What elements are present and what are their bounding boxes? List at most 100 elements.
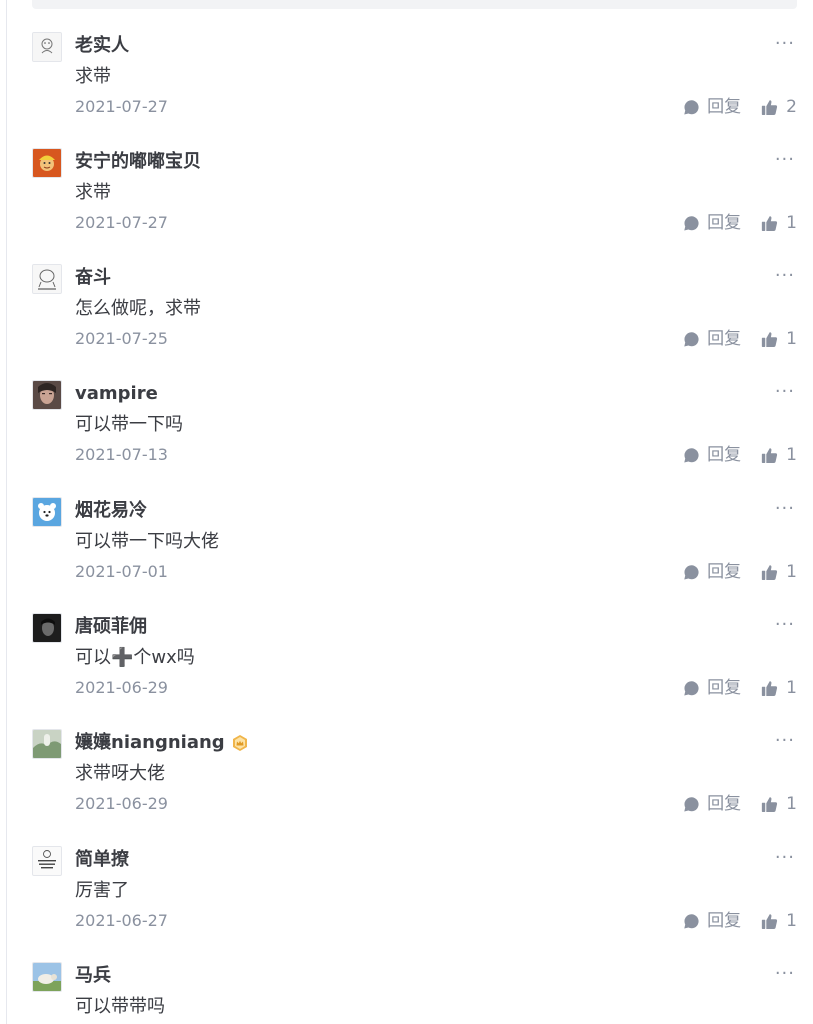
like-button[interactable]: 1 <box>761 559 797 585</box>
username[interactable]: 安宁的嘟嘟宝贝 <box>75 148 201 176</box>
comment-actions: 回复 1 <box>683 908 797 934</box>
comment-actions: 回复 2 <box>683 94 797 120</box>
username-text[interactable]: 马兵 <box>75 962 111 990</box>
like-button[interactable]: 1 <box>761 675 797 701</box>
reply-button[interactable]: 回复 <box>683 791 741 817</box>
like-button[interactable]: 1 <box>761 442 797 468</box>
text-meme-avatar <box>33 847 61 875</box>
like-button[interactable]: 1 <box>761 210 797 236</box>
username-text[interactable]: 奋斗 <box>75 264 111 292</box>
comment-text: 厉害了 <box>75 880 129 901</box>
more-options-button[interactable]: ··· <box>775 729 795 757</box>
avatar[interactable] <box>32 148 62 178</box>
comment-actions: 回复 1 <box>683 559 797 585</box>
reply-label: 回复 <box>707 213 742 233</box>
more-options-button[interactable]: ··· <box>775 846 795 874</box>
comment-date: 2021-07-13 <box>75 445 168 464</box>
comment-date: 2021-06-29 <box>75 678 168 697</box>
like-count: 1 <box>786 911 797 931</box>
comment-actions: 回复 1 <box>683 442 797 468</box>
comment-text: 求带呀大佬 <box>75 763 165 784</box>
comment-actions: 回复 1 <box>683 326 797 352</box>
username-text[interactable]: 安宁的嘟嘟宝贝 <box>75 148 201 176</box>
comment-date: 2021-06-29 <box>75 794 168 813</box>
reply-label: 回复 <box>707 445 742 465</box>
username-text[interactable]: vampire <box>75 380 158 408</box>
avatar[interactable] <box>32 846 62 876</box>
username[interactable]: 简单撩 <box>75 846 129 874</box>
username[interactable]: 烟花易冷 <box>75 497 147 525</box>
username-text[interactable]: 烟花易冷 <box>75 497 147 525</box>
comment-text: 求带 <box>75 182 111 203</box>
username-text[interactable]: 简单撩 <box>75 846 129 874</box>
thumbs-up-icon <box>762 796 778 812</box>
username[interactable]: vampire <box>75 380 158 408</box>
comment-bubble-icon <box>684 796 699 812</box>
username-text[interactable]: 老实人 <box>75 32 129 60</box>
comment-date: 2021-07-27 <box>75 213 168 232</box>
like-count: 1 <box>786 562 797 582</box>
username[interactable]: 孃孃niangniang <box>75 729 249 757</box>
reply-button[interactable]: 回复 <box>683 326 741 352</box>
comment-actions: 回复 1 <box>683 210 797 236</box>
username[interactable]: 马兵 <box>75 962 111 990</box>
username[interactable]: 奋斗 <box>75 264 111 292</box>
reply-button[interactable]: 回复 <box>683 675 741 701</box>
comment-item: 安宁的嘟嘟宝贝 ··· 求带 2021-07-27 回复 1 <box>32 148 797 248</box>
more-options-button[interactable]: ··· <box>775 32 795 60</box>
sketch-meme-avatar <box>33 265 61 293</box>
comment-bubble-icon <box>684 680 699 696</box>
reply-label: 回复 <box>707 911 742 931</box>
more-options-button[interactable]: ··· <box>775 264 795 292</box>
reply-button[interactable]: 回复 <box>683 210 741 236</box>
comment-text: 可以➕个wx吗 <box>75 647 195 668</box>
like-button[interactable]: 2 <box>761 94 797 120</box>
like-button[interactable]: 1 <box>761 908 797 934</box>
more-options-button[interactable]: ··· <box>775 613 795 641</box>
thumbs-up-icon <box>762 215 778 231</box>
reply-button[interactable]: 回复 <box>683 908 741 934</box>
nature-photo-avatar <box>33 730 61 758</box>
like-count: 1 <box>786 678 797 698</box>
reply-label: 回复 <box>707 562 742 582</box>
reply-button[interactable]: 回复 <box>683 442 741 468</box>
reply-button[interactable]: 回复 <box>683 559 741 585</box>
avatar[interactable] <box>32 497 62 527</box>
more-options-button[interactable]: ··· <box>775 497 795 525</box>
comment-bubble-icon <box>684 447 699 463</box>
username[interactable]: 唐硕菲佣 <box>75 613 147 641</box>
comment-text: 怎么做呢，求带 <box>75 298 201 319</box>
avatar[interactable] <box>32 613 62 643</box>
avatar[interactable] <box>32 264 62 294</box>
like-count: 1 <box>786 213 797 233</box>
avatar[interactable] <box>32 32 62 62</box>
like-count: 2 <box>786 97 797 117</box>
comment-input-area-bottom <box>32 0 797 9</box>
avatar[interactable] <box>32 380 62 410</box>
comment-item: 孃孃niangniang ··· 求带呀大佬 2021-06-29 回复 1 <box>32 729 797 829</box>
like-count: 1 <box>786 794 797 814</box>
comment-bubble-icon <box>684 215 699 231</box>
like-button[interactable]: 1 <box>761 791 797 817</box>
left-divider <box>6 0 7 1024</box>
reply-label: 回复 <box>707 678 742 698</box>
more-options-button[interactable]: ··· <box>775 962 795 990</box>
username-text[interactable]: 孃孃niangniang <box>75 729 225 757</box>
comment-item: 简单撩 ··· 厉害了 2021-06-27 回复 1 <box>32 846 797 946</box>
cartoon-character-avatar <box>33 149 61 177</box>
thumbs-up-icon <box>762 447 778 463</box>
avatar[interactable] <box>32 729 62 759</box>
comment-bubble-icon <box>684 564 699 580</box>
like-count: 1 <box>786 329 797 349</box>
comment-text: 可以带带吗 <box>75 996 165 1017</box>
like-button[interactable]: 1 <box>761 326 797 352</box>
username[interactable]: 老实人 <box>75 32 129 60</box>
more-options-button[interactable]: ··· <box>775 148 795 176</box>
more-options-button[interactable]: ··· <box>775 380 795 408</box>
comment-item: 唐硕菲佣 ··· 可以➕个wx吗 2021-06-29 回复 1 <box>32 613 797 713</box>
avatar[interactable] <box>32 962 62 992</box>
username-text[interactable]: 唐硕菲佣 <box>75 613 147 641</box>
reply-button[interactable]: 回复 <box>683 94 741 120</box>
comment-bubble-icon <box>684 913 699 929</box>
sheep-photo-avatar <box>33 963 61 991</box>
